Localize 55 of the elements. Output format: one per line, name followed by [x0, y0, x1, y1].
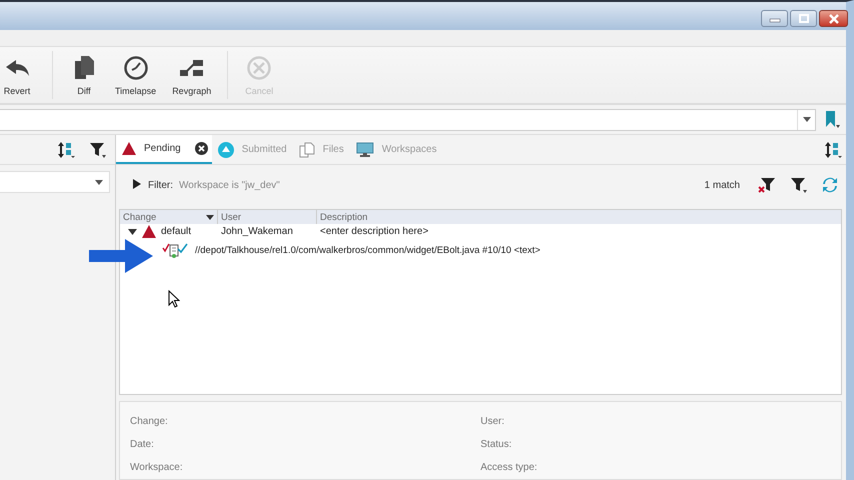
revert-button[interactable]: Revert: [0, 50, 44, 100]
tab[interactable]: Pending: [116, 135, 212, 164]
field-label: Workspace:: [130, 462, 184, 475]
tab[interactable]: Submitted: [212, 135, 293, 164]
filter-value: Workspace is "jw_dev": [179, 180, 280, 190]
up-circle-icon: [218, 142, 234, 158]
expand-icon[interactable]: [128, 227, 137, 236]
filter-icon[interactable]: [89, 140, 107, 158]
minimize-button[interactable]: [761, 10, 788, 27]
maximize-icon: [796, 14, 810, 24]
triangle-icon: [142, 225, 156, 238]
tab[interactable]: Workspaces: [350, 135, 443, 164]
match-count: 1 match: [704, 180, 740, 190]
table-cell-text: John_Wakeman: [220, 226, 294, 237]
sort-icon[interactable]: [824, 140, 842, 158]
bookmark-icon[interactable]: [824, 110, 840, 128]
diff-button[interactable]: Diff: [61, 50, 107, 100]
close-icon: [826, 14, 840, 24]
refresh-icon[interactable]: [822, 177, 838, 193]
table-cell: default: [161, 226, 192, 237]
expand-icon[interactable]: [132, 178, 142, 188]
column-header[interactable]: User: [218, 210, 317, 224]
clear-filter-icon[interactable]: [758, 176, 776, 194]
dropdown-field[interactable]: [0, 171, 110, 193]
field-label: User:: [480, 416, 506, 429]
path-combo-field[interactable]: [0, 108, 816, 130]
triangle-icon: [122, 142, 136, 155]
file-path[interactable]: //depot/Talkhouse/rel1.0/com/walkerbros/common/widget/EBolt.java #10/10 <text>: [195, 244, 540, 256]
cancel-icon: [246, 54, 272, 80]
caret-icon: [95, 180, 103, 184]
field-label: Status:: [480, 439, 513, 452]
clock-icon: [122, 54, 149, 80]
column-header[interactable]: Change: [120, 210, 218, 224]
field-label: Change:: [130, 416, 169, 429]
documents-icon: [73, 54, 95, 80]
arrow-drawing: [89, 239, 153, 273]
cursor-icon: [168, 290, 180, 308]
field-label: Date:: [130, 439, 155, 452]
sort-icon[interactable]: [57, 140, 75, 158]
close-button[interactable]: [819, 10, 848, 27]
caret-icon: [802, 117, 810, 122]
tab[interactable]: Files: [292, 135, 350, 164]
caret-icon: [206, 214, 214, 220]
monitor-icon: [356, 142, 374, 158]
field-label: Access type:: [480, 462, 538, 475]
timelapse-button[interactable]: Timelapse: [107, 50, 164, 100]
table-cell-text: <enter description here>: [319, 226, 430, 237]
maximize-button[interactable]: [790, 10, 817, 27]
documents-icon: [298, 142, 315, 158]
column-header[interactable]: Description: [317, 210, 841, 224]
filter-label: Filter:: [148, 180, 173, 190]
file-checked-icon: [162, 242, 188, 258]
filter-icon[interactable]: [790, 176, 808, 194]
close-icon[interactable]: [194, 142, 208, 155]
revgraph-button[interactable]: Revgraph: [164, 50, 220, 100]
